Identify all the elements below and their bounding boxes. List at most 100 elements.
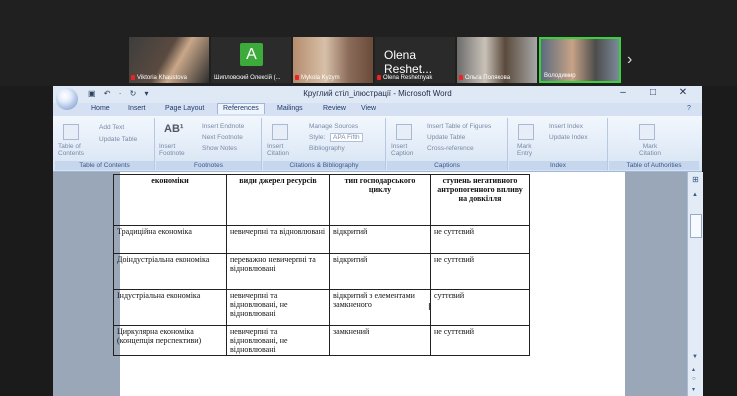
mic-muted-icon [377,75,381,80]
tab-mailings[interactable]: Mailings [277,105,303,112]
quick-access-toolbar[interactable]: ▣ ↶ · ↻ ▾ [88,89,152,98]
table-header-row: економіки види джерел ресурсів тип госпо… [113,174,530,226]
table-cell[interactable]: невичерпні та відновлювані [226,225,330,254]
table-cell[interactable]: невичерпні та відновлювані, не відновлюв… [226,289,330,326]
table-cell[interactable]: відкритий з елементами замкненого [329,289,431,326]
group-captions: Insert Caption Insert Table of Figures U… [387,118,508,170]
document-table[interactable]: економіки види джерел ресурсів тип госпо… [113,174,530,356]
next-footnote-button[interactable]: Next Footnote [202,134,243,141]
participant-name: Шипловский Олексій (... [214,75,281,81]
participant-tile[interactable]: A Шипловский Олексій (... [211,37,291,83]
minimize-icon[interactable]: – [613,87,633,98]
table-of-contents-button[interactable]: Table of Contents [58,143,88,157]
table-cell[interactable]: Доіндустріальна економіка [113,253,227,290]
show-notes-button[interactable]: Show Notes [202,145,237,152]
maximize-icon[interactable]: □ [643,87,663,98]
group-label: Index [509,161,607,170]
next-page-icon[interactable]: ▾ [692,386,695,393]
table-row: Циркулярна економіка (концепція перспект… [113,325,530,356]
mic-muted-icon [459,75,463,80]
insert-citation-icon [272,124,288,140]
browse-object-icon[interactable]: ○ [692,376,696,382]
insert-footnote-button[interactable]: Insert Footnote [159,143,189,157]
add-text-button[interactable]: Add Text [99,124,124,131]
table-header-cell[interactable]: види джерел ресурсів [226,174,330,226]
insert-caption-icon [396,124,412,140]
mic-muted-icon [295,75,299,80]
table-cell[interactable]: Традиційна економіка [113,225,227,254]
mic-muted-icon [131,75,135,80]
tab-review[interactable]: Review [323,105,346,112]
table-cell[interactable]: невичерпні та відновлювані, не відновлюв… [226,325,330,356]
office-button[interactable] [56,88,78,110]
style-dropdown[interactable]: APA Fifth [330,133,363,142]
insert-endnote-button[interactable]: Insert Endnote [202,123,244,130]
table-cell[interactable]: суттєвий [430,289,530,326]
participant-name: Володимир [544,73,576,79]
group-label: Footnotes [156,161,261,170]
mark-entry-button[interactable]: Mark Entry [517,143,541,157]
table-cell[interactable]: відкритий [329,225,431,254]
table-header-cell[interactable]: економіки [113,174,227,226]
participant-tile[interactable]: Ольга Полякова [457,37,537,83]
table-of-contents-icon [63,124,79,140]
mark-entry-icon [518,124,534,140]
table-cell[interactable]: замкнений [329,325,431,356]
cross-reference-button[interactable]: Cross-reference [427,145,474,152]
group-footnotes: AB¹ Insert Footnote Insert Endnote Next … [156,118,262,170]
table-header-cell[interactable]: ступень негативного антропогенного вплив… [430,174,530,226]
group-label: Table of Contents [55,161,154,170]
text-cursor-icon: I [428,302,431,313]
tab-home[interactable]: Home [91,105,110,112]
table-cell[interactable]: відкритий [329,253,431,290]
tab-page-layout[interactable]: Page Layout [165,105,204,112]
page-margin-left [53,172,120,396]
close-icon[interactable]: ✕ [673,87,693,98]
ribbon-tabs: Home Insert Page Layout References Maili… [53,103,702,116]
table-cell[interactable]: не суттєвий [430,325,530,356]
ribbon: Table of Contents Add Text Update Table … [53,116,702,172]
table-cell[interactable]: Індустріальна економіка [113,289,227,326]
ruler-toggle-icon[interactable]: ⊞ [688,175,703,187]
insert-citation-button[interactable]: Insert Citation [267,143,297,157]
word-window: Круглий стіл_ілюстрації - Microsoft Word… [53,86,703,396]
participant-tile[interactable]: Olena Reshet... Olena Reshetnyak [375,37,455,83]
participant-tile-active[interactable]: Володимир [539,37,621,83]
table-cell[interactable]: переважно невичерпні та відновлювані [226,253,330,290]
table-header-cell[interactable]: тип господарського циклу [329,174,431,226]
participant-name: Olena Reshetnyak [383,75,433,81]
tab-insert[interactable]: Insert [128,105,146,112]
help-icon[interactable]: ? [687,105,691,112]
participant-name: Ольга Полякова [465,75,511,81]
scrollbar-thumb[interactable] [690,214,702,238]
table-cell[interactable]: не суттєвий [430,253,530,290]
participant-tile[interactable]: Mykola Kyzym [293,37,373,83]
update-table-button[interactable]: Update Table [99,136,137,143]
bibliography-button[interactable]: Bibliography [309,145,345,152]
manage-sources-button[interactable]: Manage Sources [309,123,358,130]
insert-table-of-figures-button[interactable]: Insert Table of Figures [427,123,491,130]
scroll-down-icon[interactable]: ▼ [692,354,698,360]
scroll-up-icon[interactable]: ▲ [692,192,698,198]
table-cell[interactable]: не суттєвий [430,225,530,254]
footnote-ab-icon: AB¹ [164,123,184,135]
group-table-of-authorities: Mark Citation Table of Authorities [609,118,699,170]
table-cell[interactable]: Циркулярна економіка (концепція перспект… [113,325,227,356]
group-label: Table of Authorities [609,161,699,170]
participant-tile[interactable]: Viktoria Khaustova [129,37,209,83]
update-index-button[interactable]: Update Index [549,134,588,141]
vertical-scrollbar[interactable]: ⊞ ▲ ▼ ▴ ○ ▾ [687,172,703,396]
tab-view[interactable]: View [361,105,376,112]
insert-index-button[interactable]: Insert Index [549,123,583,130]
group-table-of-contents: Table of Contents Add Text Update Table … [55,118,155,170]
avatar: A [240,43,263,66]
group-label: Captions [387,161,507,170]
participant-big-name: Olena Reshet... [384,48,433,76]
insert-caption-button[interactable]: Insert Caption [391,143,421,157]
next-page-chevron-icon[interactable]: › [627,51,632,69]
mark-citation-button[interactable]: Mark Citation [635,143,665,157]
previous-page-icon[interactable]: ▴ [692,366,695,373]
table-row: Доіндустріальна економіка переважно неви… [113,253,530,290]
update-table-button[interactable]: Update Table [427,134,465,141]
tab-references[interactable]: References [217,103,265,114]
